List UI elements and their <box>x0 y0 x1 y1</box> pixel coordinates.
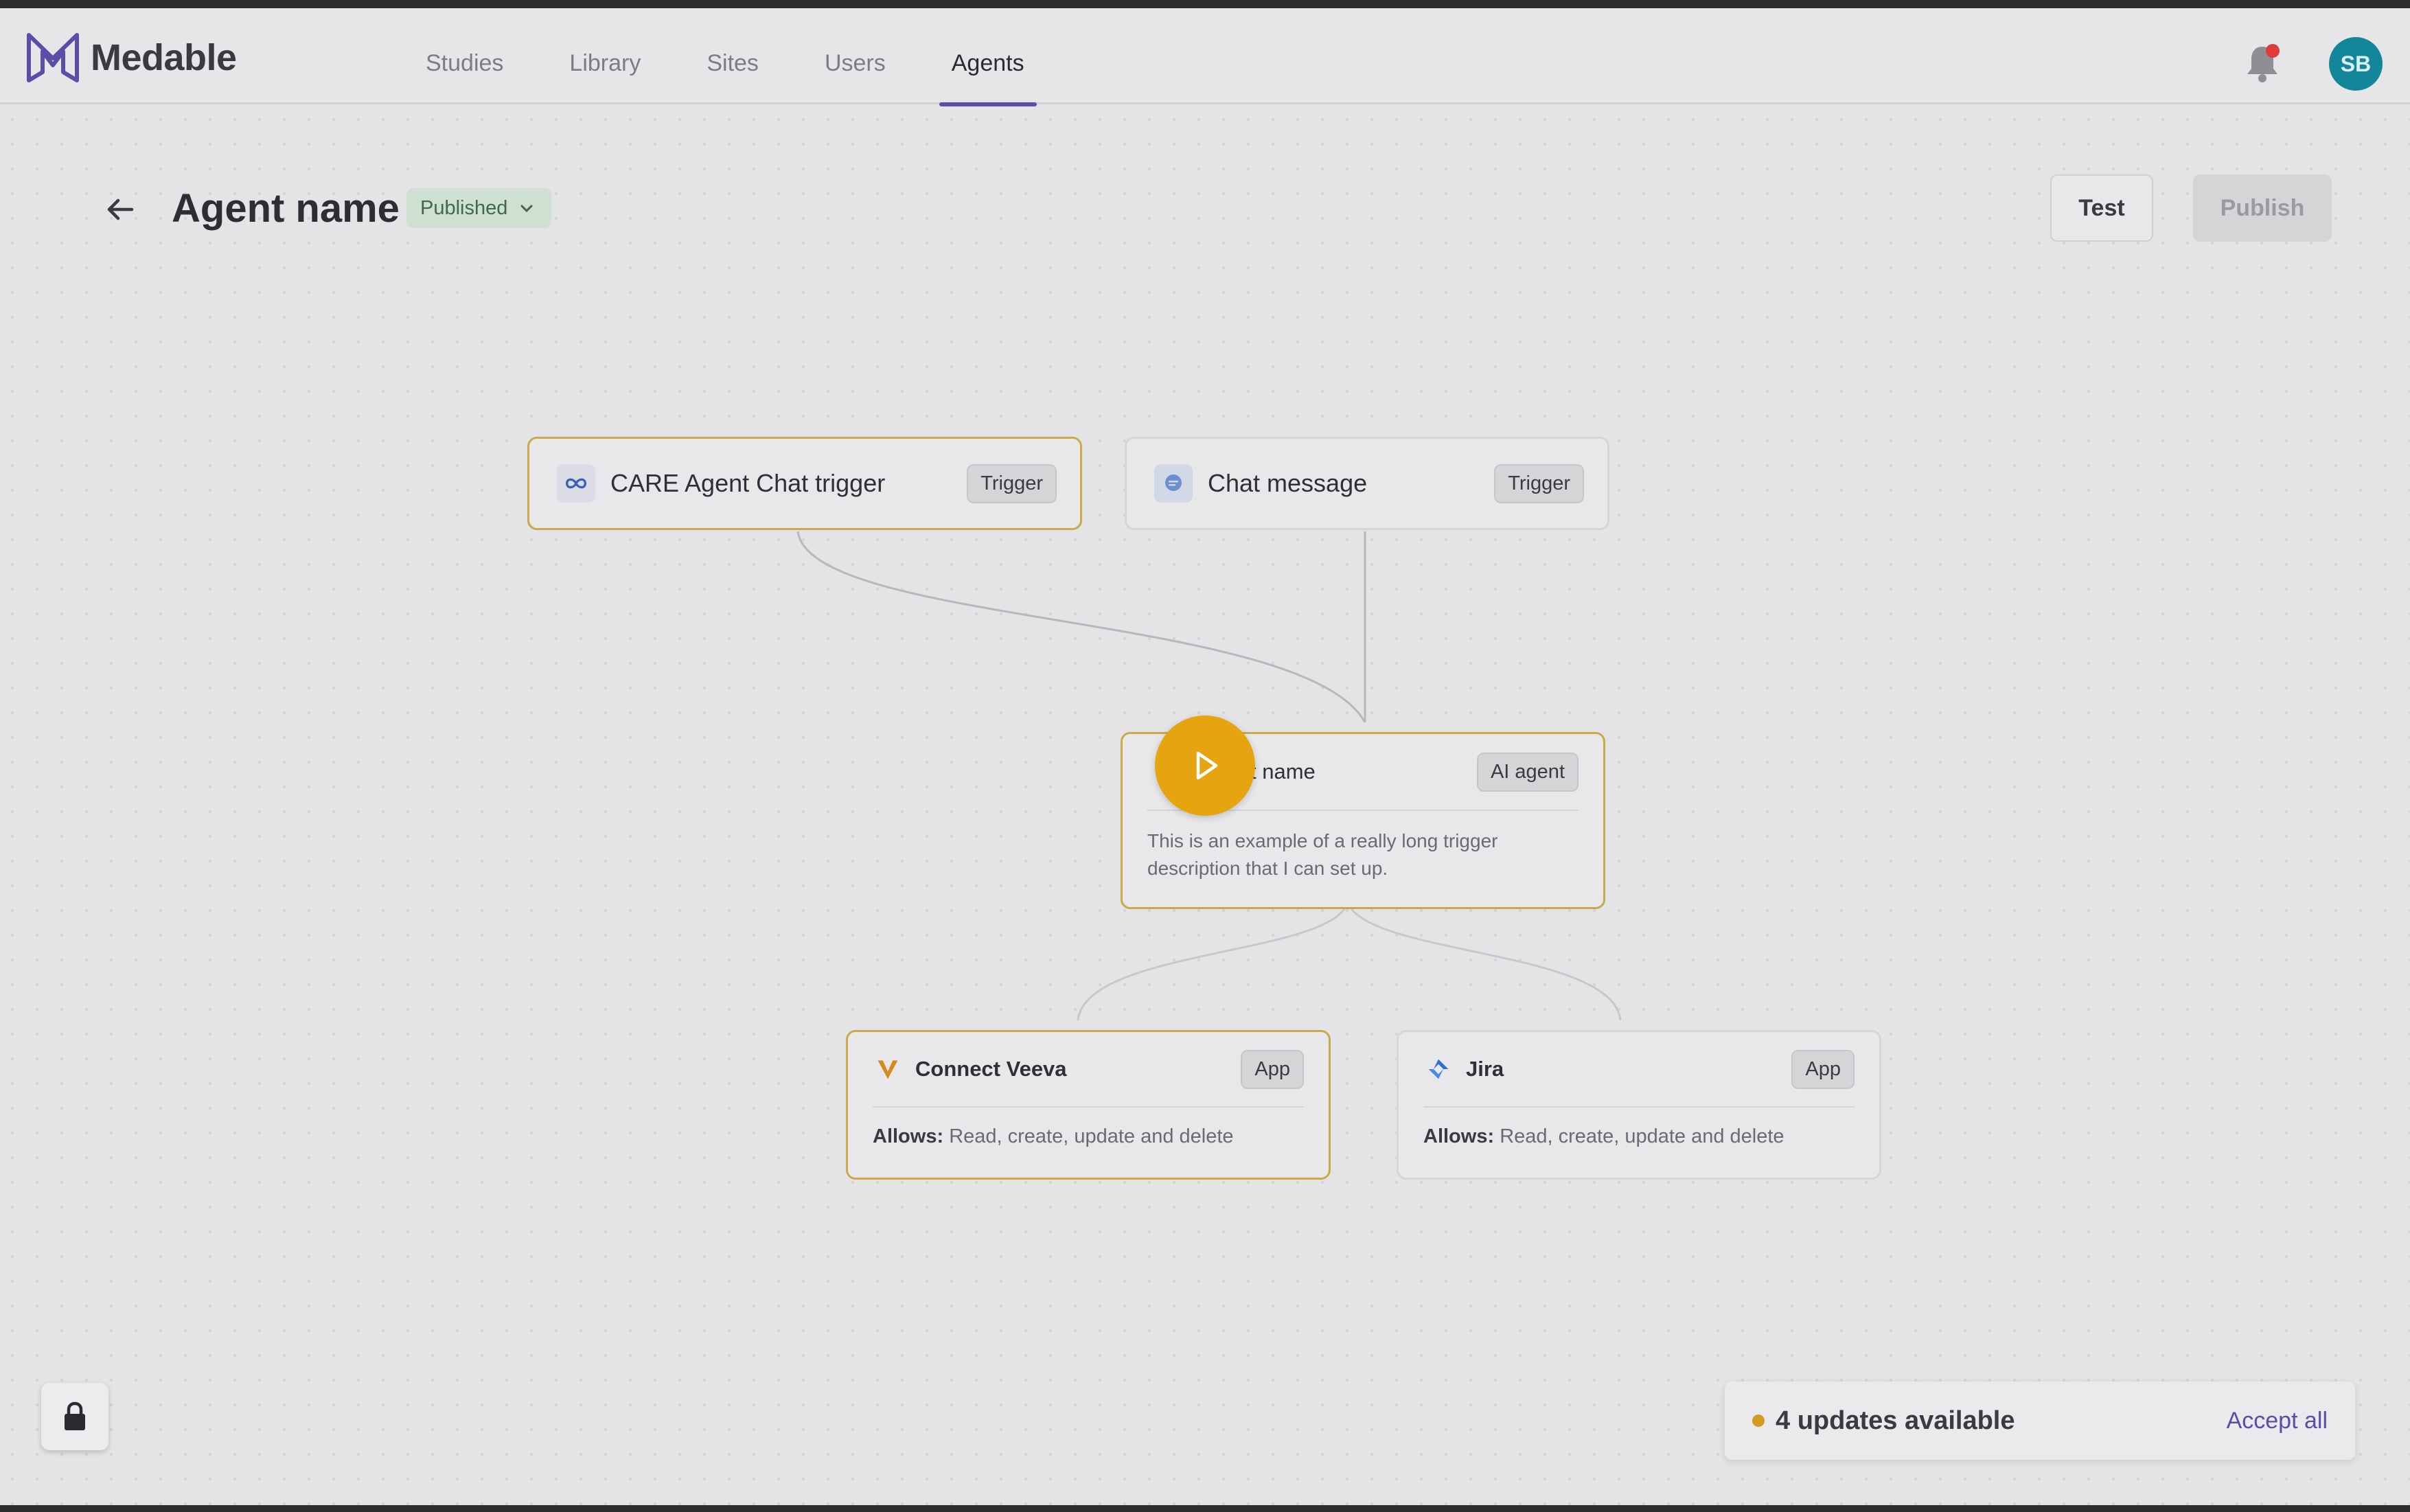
allows-value: Read, create, update and delete <box>949 1125 1234 1147</box>
meta-infinity-icon <box>557 464 595 503</box>
nav-studies[interactable]: Studies <box>426 8 503 104</box>
app-title: Jira <box>1466 1057 1504 1081</box>
chat-bubble-icon <box>1154 464 1193 503</box>
chevron-down-icon <box>520 205 533 213</box>
trigger-node-chat-message[interactable]: Chat message Trigger <box>1125 437 1609 530</box>
app-permissions: Allows: Read, create, update and delete <box>873 1108 1304 1148</box>
agent-tag: AI agent <box>1476 752 1579 792</box>
app-node-header: Connect Veeva App <box>873 1032 1304 1108</box>
nav-sites[interactable]: Sites <box>707 8 759 104</box>
brand-name: Medable <box>91 37 237 78</box>
trigger-tag: Trigger <box>967 463 1057 503</box>
status-dropdown[interactable]: Published <box>406 188 552 228</box>
app-node-header: Jira App <box>1423 1032 1855 1108</box>
app-title: Connect Veeva <box>915 1057 1067 1081</box>
medable-logo-icon <box>27 33 79 82</box>
test-button[interactable]: Test <box>2050 174 2153 242</box>
allows-value: Read, create, update and delete <box>1500 1125 1784 1147</box>
user-avatar[interactable]: SB <box>2329 37 2383 91</box>
jira-icon <box>1423 1054 1454 1084</box>
nav-library[interactable]: Library <box>569 8 641 104</box>
app-window: Medable Studies Library Sites Users Agen… <box>0 8 2410 1505</box>
trigger-tag: Trigger <box>1494 463 1584 503</box>
allows-label: Allows: <box>1423 1125 1495 1147</box>
canvas-lock-button[interactable] <box>41 1383 108 1450</box>
main-nav: Studies Library Sites Users Agents <box>426 8 1090 106</box>
brand-logo[interactable]: Medable <box>25 30 237 85</box>
trigger-title: CARE Agent Chat trigger <box>610 469 886 497</box>
nav-users[interactable]: Users <box>825 8 886 104</box>
nav-agents[interactable]: Agents <box>939 8 1037 106</box>
agent-description: This is an example of a really long trig… <box>1147 830 1498 879</box>
play-button[interactable] <box>1155 715 1255 816</box>
veeva-icon <box>873 1054 903 1084</box>
app-tag: App <box>1241 1049 1304 1089</box>
top-navigation-bar: Medable Studies Library Sites Users Agen… <box>0 8 2410 106</box>
publish-button[interactable]: Publish <box>2193 174 2332 242</box>
app-node-connect-veeva[interactable]: Connect Veeva App Allows: Read, create, … <box>846 1030 1331 1180</box>
accept-all-link[interactable]: Accept all <box>2227 1408 2328 1434</box>
app-tag: App <box>1791 1049 1855 1089</box>
app-node-jira[interactable]: Jira App Allows: Read, create, update an… <box>1397 1030 1881 1180</box>
update-indicator-dot <box>1752 1414 1765 1427</box>
updates-count-text: 4 updates available <box>1776 1406 2015 1435</box>
notification-badge <box>2266 44 2280 58</box>
lock-icon <box>65 1401 85 1430</box>
trigger-title: Chat message <box>1208 469 1368 497</box>
play-icon <box>1196 751 1218 780</box>
updates-banner: 4 updates available Accept all <box>1725 1382 2355 1460</box>
allows-label: Allows: <box>873 1125 944 1147</box>
status-label: Published <box>420 196 508 219</box>
back-arrow-icon[interactable] <box>103 192 137 227</box>
page-title: Agent name <box>172 186 400 231</box>
trigger-node-care-agent-chat[interactable]: CARE Agent Chat trigger Trigger <box>527 437 1082 530</box>
app-permissions: Allows: Read, create, update and delete <box>1423 1108 1855 1148</box>
